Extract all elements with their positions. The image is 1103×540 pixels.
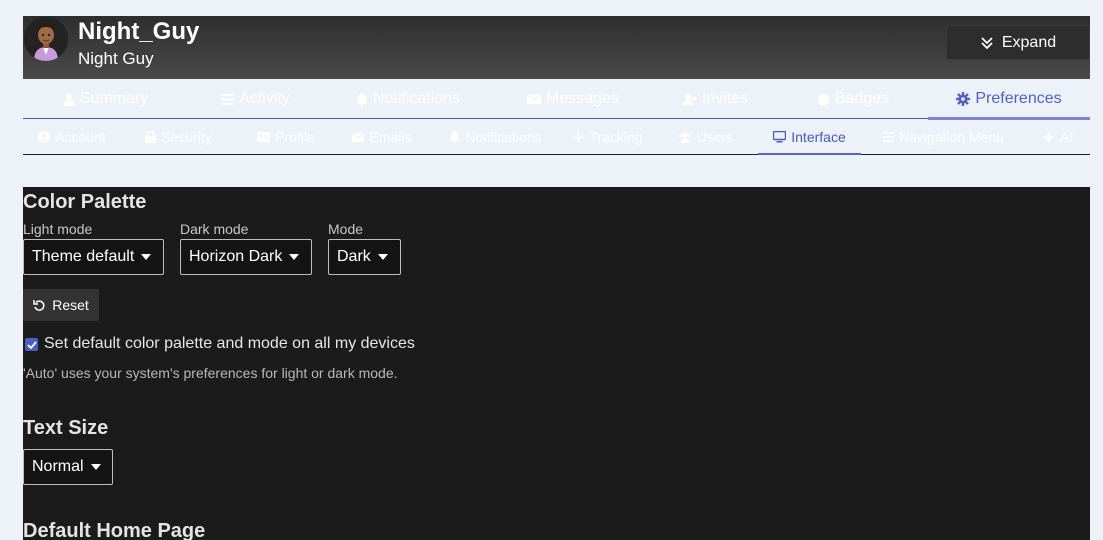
subtab-label: Emails — [369, 129, 412, 145]
subtab-interface[interactable]: Interface — [758, 120, 861, 155]
tab-activity[interactable]: Activity — [188, 80, 323, 118]
subtab-label: Tracking — [589, 129, 643, 145]
subtab-security[interactable]: Security — [121, 120, 236, 154]
user-plus-icon — [682, 93, 697, 105]
subtab-label: Notifications — [465, 129, 542, 145]
user-icon — [62, 93, 75, 106]
tab-badges[interactable]: Badges — [778, 80, 928, 118]
subtab-ai[interactable]: AI — [1026, 120, 1090, 154]
caret-down-icon — [141, 254, 152, 260]
subtab-navigation-menu[interactable]: Navigation Menu — [861, 120, 1026, 154]
users-icon — [678, 132, 692, 143]
expand-button[interactable]: Expand — [946, 25, 1090, 60]
avatar-image — [24, 17, 68, 61]
tab-label: Summary — [79, 90, 149, 107]
username: Night_Guy — [78, 18, 200, 45]
page-edge — [1090, 187, 1103, 540]
subtab-tracking[interactable]: Tracking — [563, 120, 653, 154]
primary-nav: Summary Activity Notifications Messages … — [23, 80, 1090, 120]
tab-label: Preferences — [975, 89, 1062, 107]
bell-icon — [449, 131, 461, 143]
dark-mode-label: Dark mode — [180, 221, 249, 237]
subtab-account[interactable]: Account — [23, 120, 121, 154]
subtab-label: Users — [696, 129, 734, 145]
profile-header: Night_Guy Night Guy Expand — [23, 16, 1090, 79]
subtab-label: Navigation Menu — [898, 129, 1005, 145]
desktop-icon — [773, 130, 787, 143]
text-size-select[interactable]: Normal — [23, 449, 113, 485]
subtab-profile[interactable]: Profile — [236, 120, 336, 154]
dark-mode-value: Horizon Dark — [189, 248, 283, 265]
text-size-value: Normal — [32, 458, 84, 475]
tab-label: Messages — [546, 90, 619, 107]
dark-mode-select[interactable]: Horizon Dark — [180, 239, 312, 275]
tab-label: Invites — [701, 90, 749, 107]
tab-messages[interactable]: Messages — [493, 80, 653, 118]
user-circle-icon — [38, 131, 51, 143]
caret-down-icon — [289, 254, 300, 260]
auto-mode-hint: 'Auto' uses your system's preferences fo… — [23, 365, 398, 381]
double-chevron-down-icon — [981, 36, 993, 49]
full-name: Night Guy — [78, 49, 154, 68]
subtab-label: AI — [1060, 129, 1074, 145]
sparkle-icon — [1042, 130, 1056, 144]
envelope-icon — [352, 132, 365, 142]
undo-icon — [33, 299, 45, 311]
caret-down-icon — [90, 464, 101, 470]
tab-invites[interactable]: Invites — [653, 80, 778, 118]
secondary-nav: Account Security Profile Emails Notifica… — [23, 120, 1090, 155]
color-palette-title: Color Palette — [23, 191, 147, 213]
default-palette-checkbox-label[interactable]: Set default color palette and mode on al… — [44, 335, 415, 353]
mode-label: Mode — [328, 221, 364, 237]
caret-down-icon — [377, 254, 388, 260]
subtab-label: Profile — [275, 129, 315, 145]
subtab-label: Security — [161, 129, 212, 145]
mode-select[interactable]: Dark — [328, 239, 401, 275]
envelope-icon — [527, 94, 542, 104]
plus-icon — [573, 131, 585, 143]
bars-icon — [882, 132, 894, 142]
subtab-label: Account — [55, 129, 106, 145]
avatar[interactable] — [24, 17, 68, 61]
subtab-emails[interactable]: Emails — [336, 120, 428, 154]
tab-label: Activity — [239, 90, 290, 107]
id-card-icon — [257, 132, 271, 142]
checkmark-icon — [26, 340, 37, 349]
text-size-title: Text Size — [23, 417, 109, 439]
tab-label: Badges — [834, 90, 890, 107]
subtab-users[interactable]: Users — [653, 120, 758, 154]
tab-label: Notifications — [372, 90, 461, 107]
default-palette-checkbox[interactable] — [25, 338, 38, 351]
reset-label: Reset — [52, 297, 89, 313]
tab-summary[interactable]: Summary — [23, 80, 188, 118]
mode-value: Dark — [337, 248, 371, 265]
lock-icon — [145, 131, 157, 143]
subtab-label: Interface — [791, 128, 846, 145]
interface-settings-panel: Color Palette Light mode Theme default D… — [23, 187, 1090, 540]
stream-icon — [221, 93, 235, 105]
light-mode-label: Light mode — [23, 221, 93, 237]
badge-icon — [816, 92, 830, 106]
subtab-notifications[interactable]: Notifications — [428, 120, 563, 154]
default-home-page-title: Default Home Page — [23, 520, 206, 540]
expand-label: Expand — [1001, 33, 1057, 51]
light-mode-select[interactable]: Theme default — [23, 239, 164, 275]
tab-preferences[interactable]: Preferences — [928, 80, 1090, 120]
reset-button[interactable]: Reset — [23, 289, 99, 321]
bell-icon — [355, 92, 368, 106]
light-mode-value: Theme default — [32, 248, 135, 265]
gear-icon — [956, 91, 971, 106]
tab-notifications[interactable]: Notifications — [323, 80, 493, 118]
